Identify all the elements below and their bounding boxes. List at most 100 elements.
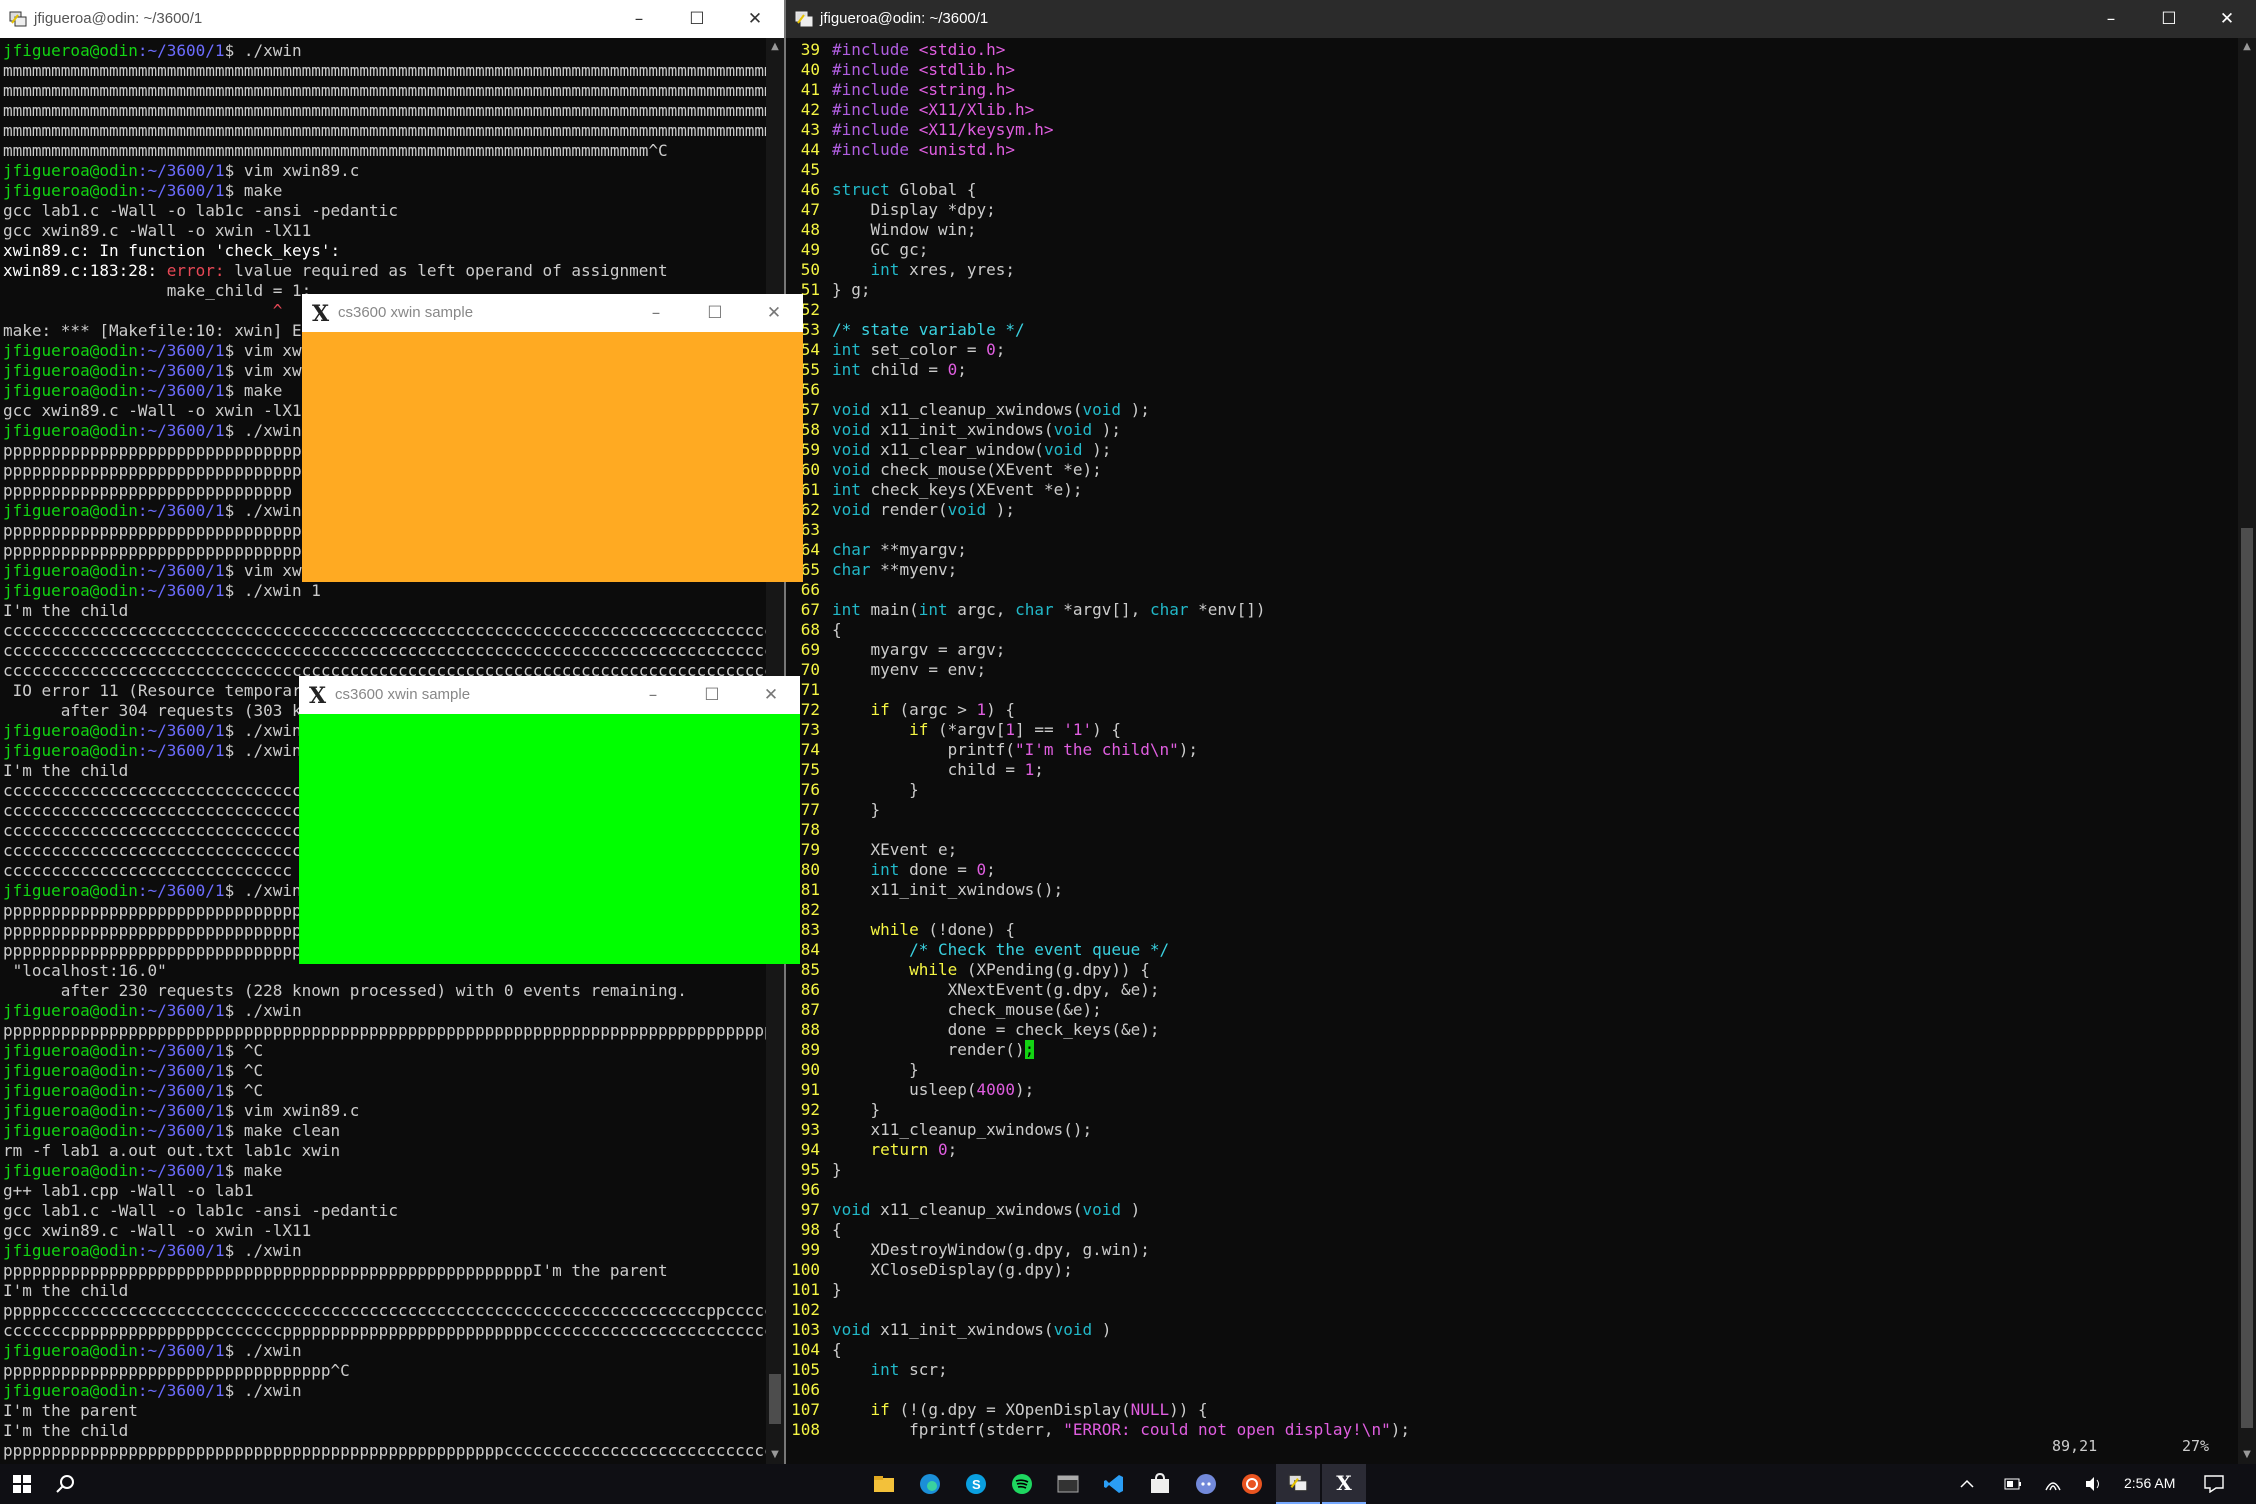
output-text: mmmmmmmmmmmmmmmmmmmmmmmmmmmmmmmmmmmmmmmm…	[3, 101, 766, 120]
line-number: 99	[800, 1240, 820, 1259]
code-line: 94 return 0;	[786, 1140, 2238, 1160]
scroll-up-arrow[interactable]: ▲	[766, 38, 784, 56]
xwin-orange-window[interactable]: X cs3600 xwin sample – ☐ ✕	[302, 294, 803, 582]
spotify-icon[interactable]	[1000, 1464, 1044, 1504]
code-token: )) {	[1169, 1400, 1208, 1419]
vim-cursor: ;	[1024, 1040, 1035, 1059]
right-window-titlebar[interactable]: jfigueroa@odin: ~/3600/1 – ☐ ✕	[786, 0, 2256, 38]
xwin-titlebar[interactable]: X cs3600 xwin sample – ☐ ✕	[299, 676, 800, 714]
code-token: char	[1015, 600, 1054, 619]
ubuntu-icon[interactable]	[1230, 1464, 1274, 1504]
notification-icon[interactable]	[2192, 1464, 2236, 1504]
xwin-minimize-button[interactable]: –	[627, 294, 685, 332]
code-token: **myargv;	[880, 540, 967, 559]
xwin-canvas[interactable]	[302, 332, 803, 582]
scroll-thumb[interactable]	[769, 1374, 781, 1424]
left-maximize-button[interactable]: ☐	[668, 0, 726, 38]
store-icon[interactable]	[1138, 1464, 1182, 1504]
code-token: 4000	[976, 1080, 1016, 1099]
code-line: 53/* state variable */	[786, 320, 2238, 340]
line-number: 106	[791, 1380, 820, 1399]
line-number: 89	[800, 1040, 820, 1059]
clock-time[interactable]: 2:56 AM	[2124, 1475, 2175, 1491]
discord-icon[interactable]	[1184, 1464, 1228, 1504]
code-token: (!done) {	[928, 920, 1016, 939]
right-minimize-button[interactable]: –	[2082, 0, 2140, 38]
output-text: I'm the child	[3, 601, 129, 620]
putty-icon[interactable]	[1276, 1464, 1320, 1504]
x-logo-icon: X	[312, 301, 330, 327]
right-vim-window[interactable]: jfigueroa@odin: ~/3600/1 – ☐ ✕ 39 #includ…	[784, 0, 2256, 1464]
xwin-minimize-button[interactable]: –	[624, 676, 682, 714]
code-token: Global {	[899, 180, 977, 199]
terminal-line: mmmmmmmmmmmmmmmmmmmmmmmmmmmmmmmmmmmmmmmm…	[3, 141, 766, 161]
code-token: child =	[832, 760, 1025, 779]
putty-icon	[795, 11, 813, 27]
code-token: int	[832, 480, 861, 499]
scroll-up-arrow[interactable]: ▲	[2238, 38, 2256, 56]
taskbar: S X 2:56 AM	[0, 1464, 2256, 1504]
code-token: void	[832, 420, 871, 439]
error-message: lvalue required as left operand of assig…	[234, 261, 668, 280]
code-token: void	[832, 1320, 871, 1339]
code-token: while	[909, 960, 958, 979]
code-line: 60 void check_mouse(XEvent *e);	[786, 460, 2238, 480]
right-close-button[interactable]: ✕	[2198, 0, 2256, 38]
terminal-line: gcc lab1.c -Wall -o lab1c -ansi -pedanti…	[3, 1201, 766, 1221]
right-maximize-button[interactable]: ☐	[2140, 0, 2198, 38]
code-token: 0	[976, 860, 987, 879]
code-token: xres, yres;	[909, 260, 1016, 279]
line-number: 92	[800, 1100, 820, 1119]
code-token: char	[832, 540, 871, 559]
xwin-titlebar[interactable]: X cs3600 xwin sample – ☐ ✕	[302, 294, 803, 332]
code-line: 78	[786, 820, 2238, 840]
code-token: {	[832, 1220, 842, 1239]
code-line: 55 int child = 0;	[786, 360, 2238, 380]
line-number: 108	[791, 1420, 820, 1439]
terminal-line: jfigueroa@odin:~/3600/1$ ./xwin 1	[3, 581, 766, 601]
chevron-up-icon[interactable]	[1950, 1464, 1984, 1504]
prompt-symbol: $	[224, 41, 244, 60]
code-token: ;	[957, 360, 967, 379]
xwin-close-button[interactable]: ✕	[745, 294, 803, 332]
left-close-button[interactable]: ✕	[726, 0, 784, 38]
edge-icon[interactable]	[908, 1464, 952, 1504]
xwin-icon[interactable]: X	[1322, 1464, 1366, 1504]
xwin-close-button[interactable]: ✕	[742, 676, 800, 714]
code-line: 61 int check_keys(XEvent *e);	[786, 480, 2238, 500]
terminal-icon[interactable]	[1046, 1464, 1090, 1504]
battery-icon[interactable]	[1996, 1464, 2030, 1504]
windows-start-icon[interactable]	[0, 1464, 44, 1504]
prompt-user-host: jfigueroa@odin	[3, 181, 138, 200]
error-label: error:	[166, 261, 235, 280]
scroll-thumb[interactable]	[2241, 528, 2253, 1428]
code-token: (argc >	[899, 700, 977, 719]
code-token: 0	[937, 1140, 948, 1159]
xwin-green-window[interactable]: X cs3600 xwin sample – ☐ ✕	[299, 676, 800, 964]
prompt-path: :~/3600/1	[137, 181, 225, 200]
code-token: "ERROR: could not open display!\n"	[1063, 1420, 1391, 1439]
vscode-icon[interactable]	[1092, 1464, 1136, 1504]
file-explorer-icon[interactable]	[862, 1464, 906, 1504]
scroll-down-arrow[interactable]: ▼	[2238, 1446, 2256, 1464]
vim-scrollbar[interactable]: ▲ ▼	[2238, 38, 2256, 1464]
output-text: gcc lab1.c -Wall -o lab1c -ansi -pedanti…	[3, 1201, 398, 1220]
output-text: xwin89.c: In function 'check_keys':	[3, 241, 341, 260]
search-icon[interactable]	[44, 1464, 88, 1504]
code-line: 51} g;	[786, 280, 2238, 300]
code-token: if	[870, 1400, 890, 1419]
wifi-icon[interactable]	[2036, 1464, 2070, 1504]
scroll-down-arrow[interactable]: ▼	[766, 1446, 784, 1464]
code-token: void	[1053, 420, 1093, 439]
code-line: 105 int scr;	[786, 1360, 2238, 1380]
volume-icon[interactable]	[2076, 1464, 2110, 1504]
prompt-user-host: jfigueroa@odin	[3, 741, 138, 760]
xwin-maximize-button[interactable]: ☐	[683, 676, 741, 714]
vim-editor[interactable]: 39 #include <stdio.h> 40 #include <stdlib.h…	[786, 40, 2238, 1464]
xwin-canvas[interactable]	[299, 714, 800, 964]
code-token: while	[870, 920, 919, 939]
skype-icon[interactable]: S	[954, 1464, 998, 1504]
xwin-maximize-button[interactable]: ☐	[686, 294, 744, 332]
left-minimize-button[interactable]: –	[610, 0, 668, 38]
